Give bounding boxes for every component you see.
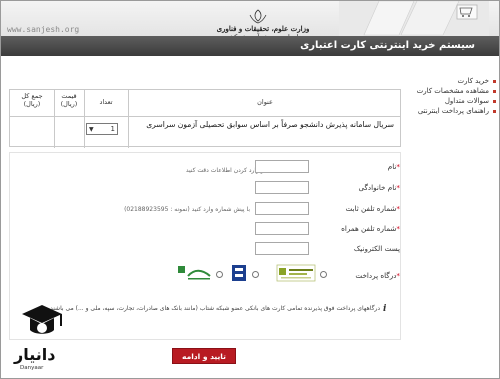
gateway-label: *درگاه پرداخت bbox=[355, 271, 400, 280]
bullet-icon bbox=[493, 89, 496, 93]
gateway-radio-3[interactable] bbox=[216, 271, 223, 278]
bullet-icon bbox=[493, 109, 496, 113]
gateway-radio-1[interactable] bbox=[320, 271, 327, 278]
system-title: سیستم خرید اینترنتی کارت اعتباری bbox=[300, 40, 475, 51]
sidebar-item-buy-card[interactable]: خرید کارت bbox=[414, 76, 496, 86]
phone-label: *شماره تلفن ثابت bbox=[345, 204, 400, 213]
sidebar-item-label: خرید کارت bbox=[457, 77, 489, 85]
bank-logo-1-icon bbox=[276, 264, 316, 282]
submit-label: تایید و ادامه bbox=[182, 351, 226, 361]
name-label: *نام bbox=[387, 162, 400, 171]
watermark-brand: دانیار bbox=[14, 345, 56, 364]
watermark-sub: Danyaar bbox=[20, 365, 44, 371]
submit-button[interactable]: تایید و ادامه bbox=[172, 348, 236, 364]
bullet-icon bbox=[493, 99, 496, 103]
quantity-value: 1 bbox=[110, 125, 115, 133]
cart-table: جمع کل (ریال) قیمت (ریال) تعداد عنوان سر… bbox=[9, 89, 401, 148]
header-quantity: تعداد bbox=[99, 98, 113, 106]
info-icon: i bbox=[383, 304, 387, 314]
column-divider bbox=[128, 90, 129, 148]
phone-hint: با پیش شماره وارد کنید (نمونه : 02188923… bbox=[124, 206, 250, 213]
system-title-bar: سیستم خرید اینترنتی کارت اعتباری bbox=[1, 36, 499, 56]
email-label: پست الکترونیک bbox=[353, 244, 400, 253]
header-total: جمع کل (ریال) bbox=[21, 92, 43, 108]
family-label: *نام خانوادگی bbox=[358, 183, 400, 192]
phone-input[interactable] bbox=[255, 202, 309, 215]
gateway-radio-2[interactable] bbox=[252, 271, 259, 278]
sidebar-item-label: سوالات متداول bbox=[444, 97, 489, 105]
mobile-label: *شماره تلفن همراه bbox=[341, 224, 400, 233]
family-input[interactable] bbox=[255, 181, 309, 194]
mobile-input[interactable] bbox=[255, 222, 309, 235]
header-price: قیمت (ریال) bbox=[60, 92, 78, 108]
name-input[interactable] bbox=[255, 160, 309, 173]
bank-logo-3-icon bbox=[178, 266, 211, 280]
chevron-down-icon: ▼ bbox=[89, 125, 94, 133]
sidebar-item-label: راهنمای پرداخت اینترنتی bbox=[417, 107, 489, 115]
site-url: www.sanjesh.org bbox=[7, 25, 80, 34]
header-title: عنوان bbox=[257, 98, 273, 106]
sidebar-item-faq[interactable]: سوالات متداول bbox=[414, 96, 496, 106]
ministry-line1: وزارت علوم، تحقیقات و فناوری bbox=[216, 24, 310, 33]
sidebar-menu: خرید کارت مشاهده مشخصات کارت سوالات متدا… bbox=[414, 76, 496, 116]
email-input[interactable] bbox=[255, 242, 309, 255]
column-divider bbox=[84, 90, 85, 148]
column-divider bbox=[54, 90, 55, 148]
emblem-icon bbox=[249, 9, 267, 24]
bank-logo-2-icon bbox=[232, 265, 246, 281]
sidebar-item-payment-guide[interactable]: راهنمای پرداخت اینترنتی bbox=[414, 106, 496, 116]
bullet-icon bbox=[493, 79, 496, 83]
sidebar-item-card-details[interactable]: مشاهده مشخصات کارت bbox=[414, 86, 496, 96]
sidebar-item-label: مشاهده مشخصات کارت bbox=[416, 87, 489, 95]
cart-item-title: سریال سامانه پذیرش دانشجو صرفاً بر اساس … bbox=[146, 120, 394, 129]
quantity-select[interactable]: ▼ 1 bbox=[86, 123, 118, 135]
